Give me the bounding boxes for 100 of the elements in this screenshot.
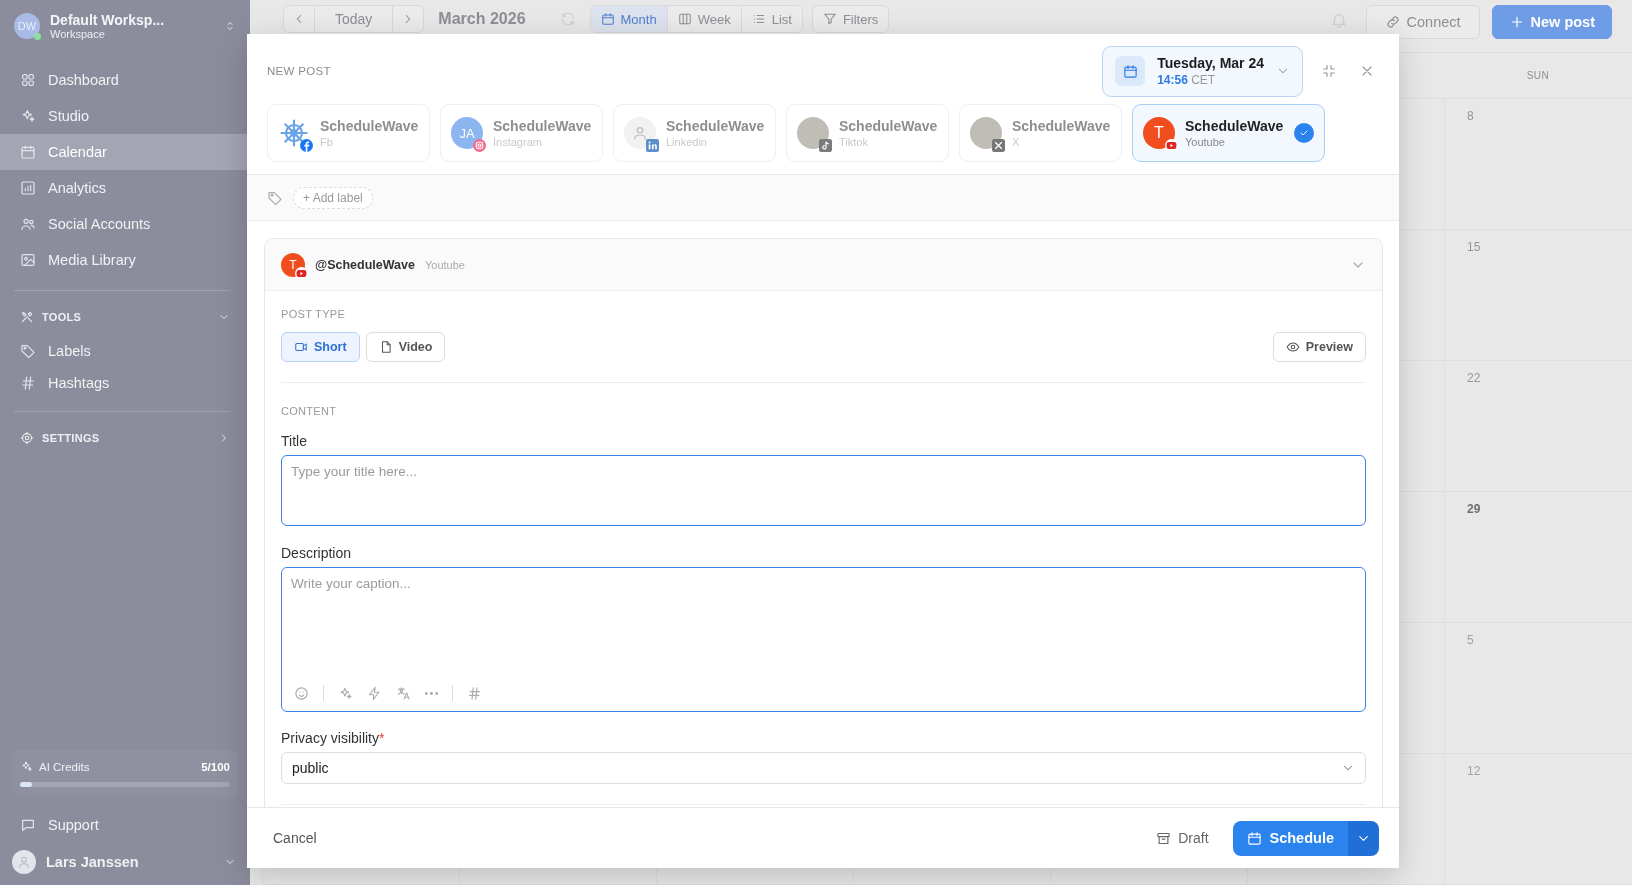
- schedule-options-button[interactable]: [1348, 820, 1379, 856]
- list-icon: [751, 12, 766, 26]
- music-note-badge-icon: [819, 139, 832, 152]
- photo-placeholder: [797, 117, 829, 149]
- workspace-name: Default Worksp...: [50, 12, 166, 28]
- draft-button[interactable]: Draft: [1150, 829, 1215, 847]
- image-icon: [20, 252, 36, 268]
- sparkles-icon: [20, 760, 33, 773]
- new-post-button[interactable]: New post: [1491, 5, 1612, 39]
- archive-icon: [1156, 830, 1172, 846]
- calendar-icon: [600, 12, 615, 26]
- day-number: 29: [1467, 502, 1481, 516]
- connect-button[interactable]: Connect: [1365, 5, 1480, 39]
- user-name: Lars Janssen: [46, 854, 140, 870]
- credits-count: 5/100: [201, 760, 230, 773]
- filter-icon: [822, 12, 837, 26]
- privacy-select[interactable]: public: [281, 752, 1366, 784]
- section-label: CONTENT: [281, 405, 338, 419]
- section-label: POST TYPE: [281, 308, 347, 322]
- account-platform: Youtube: [424, 258, 466, 271]
- today-button[interactable]: Today: [315, 5, 393, 33]
- workspace-subtitle: Workspace: [50, 28, 106, 40]
- emoji-icon: [294, 685, 309, 701]
- nav-item[interactable]: Calendar: [0, 134, 250, 170]
- preview-button[interactable]: Preview: [1272, 332, 1366, 362]
- youtube-badge-icon: [295, 266, 308, 280]
- section-header[interactable]: SETTINGS: [0, 420, 250, 456]
- nav-item[interactable]: Social Accounts: [0, 206, 250, 242]
- grid-icon: [20, 72, 36, 88]
- support-link[interactable]: Support: [0, 807, 250, 843]
- post-type-button[interactable]: Video: [365, 332, 446, 362]
- x-badge-icon: [992, 139, 1005, 152]
- day-number: 8: [1467, 109, 1474, 123]
- schedule-button[interactable]: Schedule: [1232, 820, 1348, 856]
- hash-icon: [467, 685, 482, 701]
- field-label: Title: [281, 433, 308, 449]
- workspace-avatar[interactable]: DW: [14, 13, 40, 39]
- filters-button[interactable]: Filters: [811, 5, 890, 33]
- sparkles-icon: [20, 108, 36, 124]
- photo-placeholder: [970, 117, 1002, 149]
- calendar-icon: [1122, 63, 1138, 79]
- section-title: TOOLS: [42, 311, 83, 323]
- instagram-badge-icon: [473, 139, 486, 152]
- section-title: SETTINGS: [42, 432, 101, 444]
- tools-icon: [20, 310, 34, 324]
- day-number: 22: [1467, 371, 1481, 385]
- eye-icon: [1285, 340, 1300, 354]
- calendar-icon: [1246, 830, 1262, 846]
- avatar: T: [1143, 117, 1175, 149]
- linkedin-badge-icon: [646, 139, 659, 152]
- post-type-button[interactable]: Short: [281, 332, 360, 362]
- modal-title: NEW POST: [267, 65, 332, 77]
- link-icon: [1384, 14, 1401, 30]
- tag-icon: [267, 189, 283, 206]
- chart-icon: [20, 180, 36, 196]
- collapse-icon: [1321, 63, 1337, 79]
- title-field[interactable]: Type your title here...: [281, 455, 1366, 526]
- avatar: JA: [451, 117, 483, 149]
- account-handle: @ScheduleWave: [315, 257, 415, 272]
- ship-wheel-avatar: [278, 117, 310, 149]
- users-icon: [20, 216, 36, 232]
- user-avatar[interactable]: [12, 850, 36, 874]
- nav-item[interactable]: Media Library: [0, 242, 250, 278]
- nav-item[interactable]: Labels: [0, 335, 250, 367]
- person-icon: [17, 855, 31, 869]
- account-card[interactable]: T ScheduleWave Youtube: [1132, 104, 1325, 162]
- person-icon: [632, 125, 648, 141]
- chevron-updown-icon: [224, 20, 236, 32]
- bell-icon: [1329, 11, 1348, 29]
- view-tab[interactable]: Month: [590, 6, 668, 32]
- hash-icon: [20, 375, 36, 391]
- translate-icon: [396, 685, 411, 701]
- nav-item[interactable]: Dashboard: [0, 62, 250, 98]
- video-camera-icon: [294, 340, 308, 354]
- previous-button[interactable]: [283, 5, 315, 33]
- facebook-badge-icon: [300, 139, 313, 152]
- add-label-button[interactable]: + Add label: [293, 186, 373, 209]
- day-number: 12: [1467, 764, 1481, 778]
- nav-item[interactable]: Studio: [0, 98, 250, 134]
- lightning-icon: [367, 685, 382, 701]
- more-icon: [425, 691, 438, 695]
- next-button[interactable]: [392, 5, 425, 33]
- section-header[interactable]: TOOLS: [0, 299, 250, 335]
- youtube-badge-icon: [1165, 139, 1178, 152]
- calendar-icon: [20, 144, 36, 160]
- day-number: 15: [1467, 240, 1481, 254]
- nav-item[interactable]: Analytics: [0, 170, 250, 206]
- gear-icon: [20, 431, 34, 445]
- refresh-icon: [559, 11, 576, 27]
- columns-icon: [677, 12, 692, 26]
- description-editor[interactable]: Write your caption...: [281, 567, 1366, 712]
- tag-icon: [20, 343, 36, 359]
- cancel-button[interactable]: Cancel: [267, 829, 323, 847]
- field-label: Privacy visibility*: [281, 730, 386, 746]
- nav-item[interactable]: Hashtags: [0, 367, 250, 399]
- date-picker[interactable]: Tuesday, Mar 24 14:56 CET: [1102, 45, 1303, 97]
- credits-label: AI Credits: [39, 760, 91, 773]
- sparkles-icon: [338, 685, 353, 701]
- post-card-header[interactable]: T @ScheduleWave Youtube: [265, 239, 1382, 291]
- chat-icon: [20, 817, 36, 833]
